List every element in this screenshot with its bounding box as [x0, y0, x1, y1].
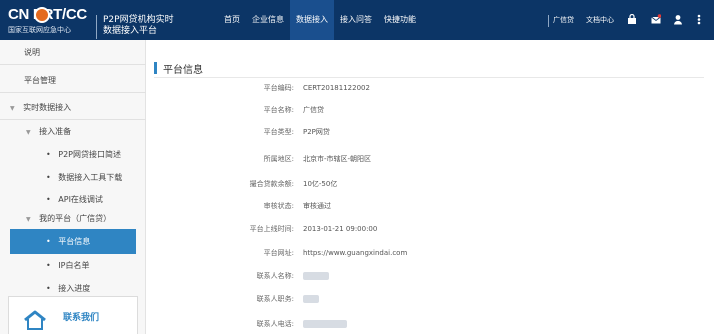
field-region: 所属地区: 北京市-市辖区-朝阳区: [146, 151, 714, 167]
section-accent-bar: [154, 62, 157, 74]
doc-center-link[interactable]: 文档中心: [586, 0, 614, 40]
field-contact-phone: 联系人电话:: [146, 316, 714, 332]
more-icon[interactable]: [694, 14, 704, 25]
redacted-value: [303, 295, 319, 303]
field-label: 所属地区:: [263, 155, 294, 163]
main-content: 平台信息 平台编码: CERT20181122002 平台名称: 广信贷 平台类…: [146, 40, 714, 334]
sidebar-item-label: 接入准备: [39, 127, 72, 136]
sidebar-item-label: 接入进度: [58, 284, 91, 293]
sidebar-item-p2p-interface-overview[interactable]: • P2P网贷接口简述: [0, 142, 146, 167]
field-label: 撮合贷款余额:: [249, 180, 294, 188]
field-value: P2P网贷: [303, 128, 330, 136]
field-value: https://www.guangxindai.com: [303, 249, 408, 257]
sidebar-item-label: 实时数据接入: [23, 103, 72, 112]
nav-access-qa[interactable]: 接入问答: [334, 0, 378, 40]
nav-data-access[interactable]: 数据接入: [290, 0, 334, 40]
sidebar-item-platform-management[interactable]: 平台管理: [0, 68, 146, 93]
field-website: 平台网址: https://www.guangxindai.com: [146, 245, 714, 261]
nav-company-info[interactable]: 企业信息: [246, 0, 290, 40]
field-contact-position: 联系人职务:: [146, 291, 714, 307]
sidebar-item-access-preparation[interactable]: ▼ 接入准备: [0, 119, 146, 144]
field-label: 联系人职务:: [256, 295, 294, 303]
field-label: 审核状态:: [263, 202, 294, 210]
globe-icon: [34, 7, 50, 23]
redacted-value: [303, 320, 347, 328]
user-name-link[interactable]: 广信贷: [553, 0, 574, 40]
sidebar-item-label: 数据接入工具下载: [58, 173, 123, 182]
field-value: 广信贷: [303, 106, 324, 114]
top-header: CN ERT/CC 国家互联网应急中心 P2P网贷机构实时 数据接入平台 首页 …: [0, 0, 714, 40]
platform-title-line1: P2P网贷机构实时: [103, 15, 174, 25]
sidebar-item-realtime-data-access[interactable]: ▼ 实时数据接入: [0, 95, 146, 120]
sidebar-item-label: 我的平台（广信贷）: [39, 214, 112, 223]
sidebar-item-description[interactable]: 说明: [0, 40, 146, 65]
contact-us-label: 联系我们: [63, 313, 100, 323]
field-value: 审核通过: [303, 202, 331, 210]
field-value: 10亿-50亿: [303, 180, 338, 188]
sidebar-item-label: IP白名单: [58, 261, 90, 270]
mail-icon[interactable]: [651, 14, 661, 25]
field-label: 联系人名称:: [256, 272, 294, 280]
main-nav: 首页 企业信息 数据接入 接入问答 快捷功能: [218, 0, 422, 40]
header-divider: [548, 15, 549, 27]
field-value: CERT20181122002: [303, 84, 370, 92]
bullet-icon: •: [46, 150, 51, 159]
field-label: 联系人电话:: [256, 320, 294, 328]
field-label: 平台上线时间:: [249, 225, 294, 233]
field-loan-balance: 撮合贷款余额: 10亿-50亿: [146, 176, 714, 192]
bullet-icon: •: [46, 261, 51, 270]
sidebar-item-label: 说明: [24, 48, 40, 57]
sidebar-item-label: 平台信息: [58, 237, 91, 246]
field-value: 北京市-市辖区-朝阳区: [303, 155, 372, 163]
section-title: 平台信息: [163, 65, 203, 76]
sidebar-item-ip-whitelist[interactable]: • IP白名单: [0, 253, 146, 278]
field-platform-name: 平台名称: 广信贷: [146, 102, 714, 118]
caret-down-icon: ▼: [10, 105, 15, 112]
sidebar-item-label: API在线调试: [58, 195, 103, 204]
nav-home[interactable]: 首页: [218, 0, 246, 40]
platform-title: P2P网贷机构实时 数据接入平台: [103, 15, 174, 37]
sidebar-item-label: P2P网贷接口简述: [58, 150, 122, 159]
lock-icon[interactable]: [627, 14, 637, 25]
sidebar-item-label: 平台管理: [24, 76, 56, 85]
section-divider: [154, 77, 704, 78]
home-icon: [24, 310, 46, 330]
field-platform-type: 平台类型: P2P网贷: [146, 124, 714, 140]
user-icon[interactable]: [673, 14, 683, 25]
field-contact-name: 联系人名称:: [146, 268, 714, 284]
contact-us-button[interactable]: 联系我们: [8, 296, 138, 334]
platform-title-line2: 数据接入平台: [103, 26, 158, 36]
field-review-status: 审核状态: 审核通过: [146, 198, 714, 214]
field-value: 2013-01-21 09:00:00: [303, 225, 378, 233]
redacted-value: [303, 272, 329, 280]
field-label: 平台网址:: [263, 249, 294, 257]
field-label: 平台类型:: [263, 128, 294, 136]
field-platform-code: 平台编码: CERT20181122002: [146, 80, 714, 96]
sidebar-item-platform-info[interactable]: • 平台信息: [10, 229, 136, 254]
sidebar: 说明 平台管理 ▼ 实时数据接入 ▼ 接入准备 • P2P网贷接口简述 • 数据…: [0, 40, 146, 334]
logo-subtitle: 国家互联网应急中心: [8, 26, 71, 34]
field-label: 平台编码:: [263, 84, 294, 92]
logo-divider: [96, 15, 97, 39]
field-launch-time: 平台上线时间: 2013-01-21 09:00:00: [146, 221, 714, 237]
cncert-logo[interactable]: CN ERT/CC 国家互联网应急中心 P2P网贷机构实时 数据接入平台: [8, 6, 174, 39]
bullet-icon: •: [46, 237, 51, 246]
nav-quick-functions[interactable]: 快捷功能: [378, 0, 422, 40]
sidebar-item-my-platform[interactable]: ▼ 我的平台（广信贷）: [0, 206, 146, 231]
field-label: 平台名称:: [263, 106, 294, 114]
